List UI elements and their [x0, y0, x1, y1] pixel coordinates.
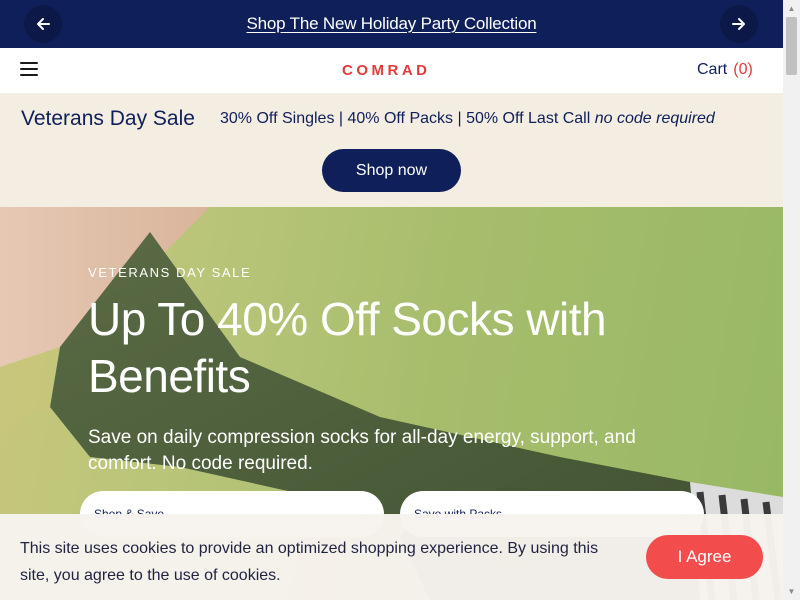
- hero-title: Up To 40% Off Socks with Benefits: [88, 293, 607, 402]
- scrollbar-thumb[interactable]: [786, 17, 797, 75]
- announcement-link[interactable]: Shop The New Holiday Party Collection: [247, 14, 537, 34]
- cookie-banner: This site uses cookies to provide an opt…: [0, 514, 783, 600]
- site-header: COMRAD Cart (0): [0, 48, 783, 93]
- cart-link[interactable]: Cart (0): [697, 61, 753, 79]
- promo-offers: 30% Off Singles | 40% Off Packs | 50% Of…: [220, 110, 591, 127]
- scroll-down-icon[interactable]: ▼: [783, 583, 800, 600]
- announcement-next-button[interactable]: [720, 5, 758, 43]
- scrollbar[interactable]: ▲ ▼: [783, 0, 800, 600]
- hero-eyebrow: VETERANS DAY SALE: [88, 265, 252, 280]
- announcement-bar: Shop The New Holiday Party Collection: [0, 0, 783, 48]
- arrow-right-icon: [732, 18, 745, 30]
- logo[interactable]: COMRAD: [342, 62, 431, 79]
- shop-now-button[interactable]: Shop now: [322, 149, 461, 192]
- announcement-prev-button[interactable]: [24, 5, 62, 43]
- promo-note: no code required: [594, 110, 715, 127]
- hero-subtitle: Save on daily compression socks for all-…: [88, 427, 636, 474]
- scroll-up-icon[interactable]: ▲: [783, 0, 800, 17]
- page: Shop The New Holiday Party Collection CO…: [0, 0, 783, 600]
- cart-label: Cart: [697, 61, 728, 78]
- arrow-left-icon: [37, 18, 50, 30]
- cookie-text: This site uses cookies to provide an opt…: [20, 540, 599, 584]
- cart-count: (0): [733, 61, 753, 78]
- agree-button[interactable]: I Agree: [646, 535, 763, 579]
- hamburger-menu-icon[interactable]: [20, 62, 38, 78]
- promo-title: Veterans Day Sale: [21, 107, 195, 130]
- promo-detail: 30% Off Singles | 40% Off Packs | 50% Of…: [220, 110, 715, 128]
- promo-banner: Veterans Day Sale 30% Off Singles | 40% …: [0, 93, 783, 207]
